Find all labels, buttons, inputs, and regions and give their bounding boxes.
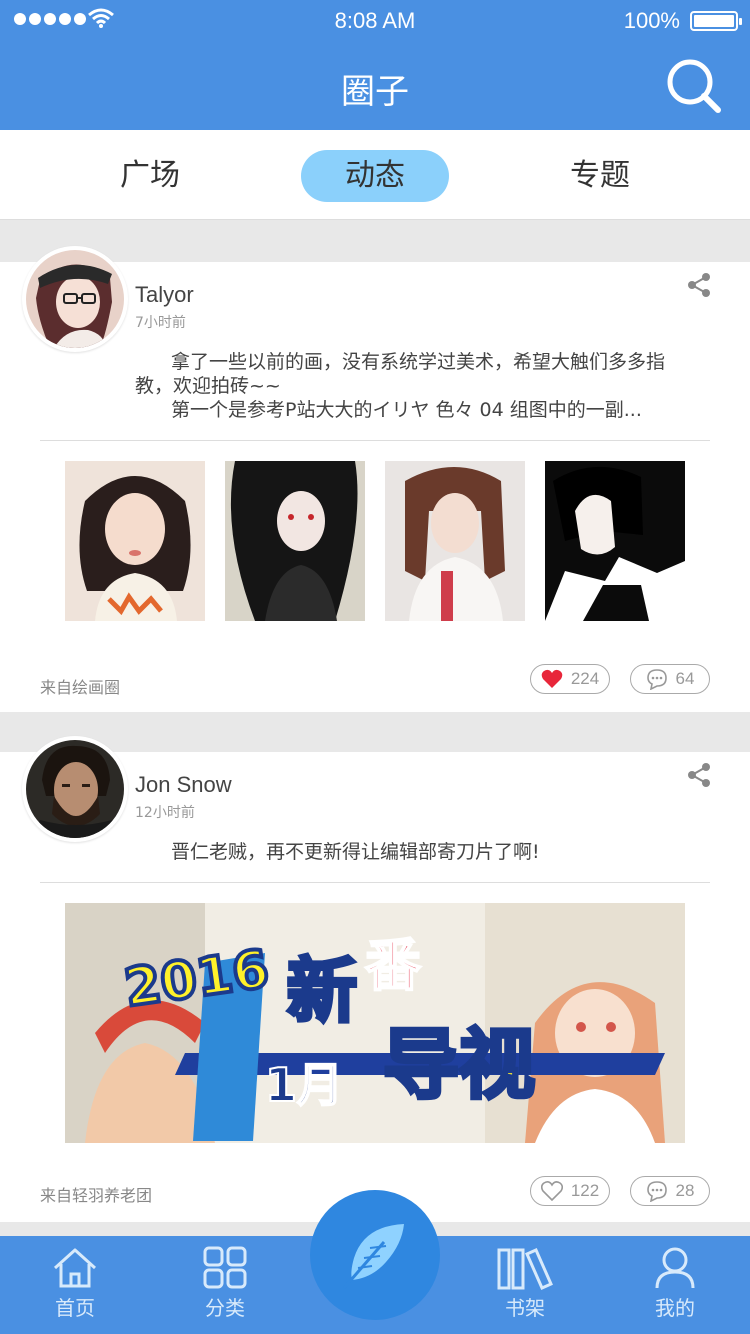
like-count: 122	[570, 1181, 600, 1200]
post-text-line: 第一个是参考P站大大的イリヤ 色々 04 组图中的一副...	[171, 399, 642, 421]
nav-bookshelf[interactable]: 书架	[475, 1246, 575, 1321]
comment-count: 28	[675, 1181, 695, 1200]
home-icon	[53, 1248, 97, 1288]
like-button[interactable]: 224	[530, 664, 610, 694]
tab-plaza[interactable]: 广场	[76, 150, 224, 202]
banner-title-fan: 番	[365, 934, 422, 999]
compose-button[interactable]	[310, 1190, 440, 1320]
avatar[interactable]	[22, 246, 128, 352]
tab-topics[interactable]: 专题	[526, 150, 674, 202]
nav-me-label: 我的	[655, 1296, 695, 1320]
banner-title-new: 新	[287, 950, 357, 1032]
post-image[interactable]	[65, 461, 205, 621]
post-image[interactable]	[225, 461, 365, 621]
nav-home-label: 首页	[55, 1296, 95, 1320]
post-text: 拿了一些以前的画，没有系统学过美术，希望大触们多多指 教，欢迎拍砖~~ 第一个是…	[135, 350, 715, 422]
post-text-line: 拿了一些以前的画，没有系统学过美术，希望大触们多多指	[171, 351, 666, 373]
app-header: 8:08 AM 100% 圈子	[0, 0, 750, 130]
user-avatar-image	[26, 250, 124, 348]
comment-icon	[646, 1181, 667, 1202]
nav-category[interactable]: 分类	[175, 1246, 275, 1321]
page-title: 圈子	[341, 72, 409, 112]
tab-bar: 广场 动态 专题	[0, 130, 750, 220]
nav-category-label: 分类	[205, 1296, 245, 1320]
nav-home[interactable]: 首页	[25, 1246, 125, 1321]
post-source[interactable]: 来自轻羽养老团	[40, 1182, 152, 1206]
comment-count: 64	[675, 669, 695, 688]
grid-icon	[203, 1246, 247, 1289]
post-time: 7小时前	[135, 315, 186, 331]
share-icon[interactable]	[686, 272, 712, 298]
search-icon[interactable]	[666, 58, 722, 114]
post-source[interactable]: 来自绘画圈	[40, 674, 120, 698]
comment-button[interactable]: 28	[630, 1176, 710, 1206]
post-image[interactable]	[545, 461, 685, 621]
divider	[40, 440, 710, 441]
heart-outline-icon	[540, 1181, 563, 1201]
banner-month: 1月	[265, 1058, 343, 1112]
post-image[interactable]	[385, 461, 525, 621]
tab-dynamic[interactable]: 动态	[301, 150, 449, 202]
user-avatar-image	[26, 740, 124, 838]
user-icon	[655, 1247, 695, 1289]
share-icon[interactable]	[686, 762, 712, 788]
post-banner-image[interactable]: 2016 新 番 1月 导视	[65, 903, 685, 1143]
post-text: 晋仁老贼，再不更新得让编辑部寄刀片了啊!	[135, 840, 715, 864]
divider	[40, 882, 710, 883]
like-button[interactable]: 122	[530, 1176, 610, 1206]
banner-title-guide: 导视	[383, 1020, 535, 1109]
post-text-line: 教，欢迎拍砖~~	[135, 375, 281, 397]
comment-icon	[646, 669, 667, 690]
nav-bookshelf-label: 书架	[505, 1296, 545, 1320]
comment-button[interactable]: 64	[630, 664, 710, 694]
status-bar: 8:08 AM 100%	[0, 0, 750, 40]
post-card[interactable]: Talyor 7小时前 拿了一些以前的画，没有系统学过美术，希望大触们多多指 教…	[0, 246, 750, 712]
post-text-line: 晋仁老贼，再不更新得让编辑部寄刀片了啊!	[171, 841, 540, 863]
avatar[interactable]	[22, 736, 128, 842]
bookshelf-icon	[497, 1248, 553, 1290]
nav-me[interactable]: 我的	[625, 1246, 725, 1321]
battery-percentage: 100%	[623, 8, 680, 33]
username[interactable]: Talyor	[135, 282, 194, 308]
battery-icon	[690, 11, 742, 31]
post-time: 12小时前	[135, 805, 195, 821]
username[interactable]: Jon Snow	[135, 772, 232, 798]
post-card[interactable]: Jon Snow 12小时前 晋仁老贼，再不更新得让编辑部寄刀片了啊! 2016…	[0, 736, 750, 1222]
like-count: 224	[570, 669, 600, 688]
feather-icon	[342, 1224, 404, 1289]
heart-icon	[541, 669, 563, 688]
